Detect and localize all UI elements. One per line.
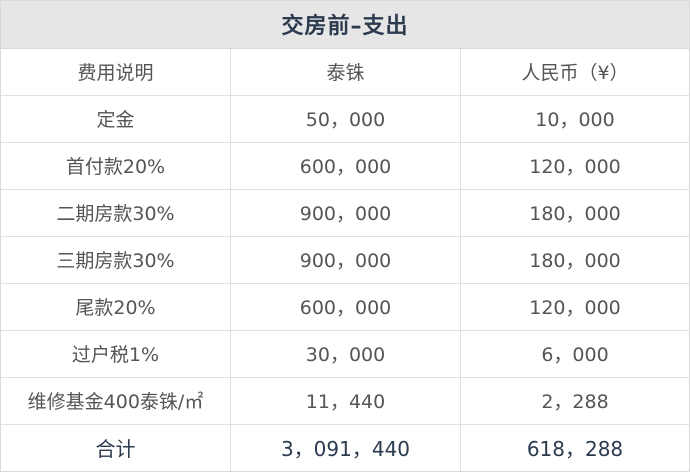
total-row: 合计 3，091，440 618，288	[1, 424, 689, 471]
row-thb: 11，440	[231, 377, 461, 424]
header-row: 费用说明 泰铢 人民币（¥）	[1, 48, 689, 96]
table-row: 二期房款30% 900，000 180，000	[1, 189, 689, 237]
row-thb: 30，000	[231, 330, 461, 377]
row-thb: 50，000	[231, 95, 461, 142]
row-description: 维修基金400泰铢/㎡	[1, 377, 231, 424]
header-thb: 泰铢	[231, 48, 461, 95]
expense-table: 交房前–支出 费用说明 泰铢 人民币（¥） 定金 50，000 10，000 首…	[0, 0, 690, 472]
total-cny: 618，288	[526, 437, 624, 462]
row-description: 过户税1%	[1, 330, 231, 377]
row-description: 定金	[1, 95, 231, 142]
table-row: 三期房款30% 900，000 180，000	[1, 236, 689, 284]
row-thb: 900，000	[231, 189, 461, 236]
table-row: 过户税1% 30，000 6，000	[1, 330, 689, 378]
table-row: 尾款20% 600，000 120，000	[1, 283, 689, 331]
row-description: 三期房款30%	[1, 236, 231, 283]
header-cny: 人民币（¥）	[521, 62, 629, 85]
row-cny: 2，288	[541, 391, 609, 414]
row-description: 首付款20%	[1, 142, 231, 189]
row-thb: 900，000	[231, 236, 461, 283]
row-cny: 120，000	[529, 297, 621, 320]
row-cny: 120，000	[529, 156, 621, 179]
table-row: 维修基金400泰铢/㎡ 11，440 2，288	[1, 377, 689, 425]
table-title: 交房前–支出	[1, 1, 689, 49]
header-description: 费用说明	[1, 48, 231, 95]
row-cny: 6，000	[541, 344, 609, 367]
table-row: 首付款20% 600，000 120，000	[1, 142, 689, 190]
total-thb: 3，091，440	[231, 424, 461, 471]
row-description: 二期房款30%	[1, 189, 231, 236]
row-cny: 180，000	[529, 203, 621, 226]
total-label: 合计	[1, 424, 231, 471]
row-cny: 10，000	[535, 109, 615, 132]
row-cny: 180，000	[529, 250, 621, 273]
row-description: 尾款20%	[1, 283, 231, 330]
table-row: 定金 50，000 10，000	[1, 95, 689, 143]
row-thb: 600，000	[231, 142, 461, 189]
row-thb: 600，000	[231, 283, 461, 330]
